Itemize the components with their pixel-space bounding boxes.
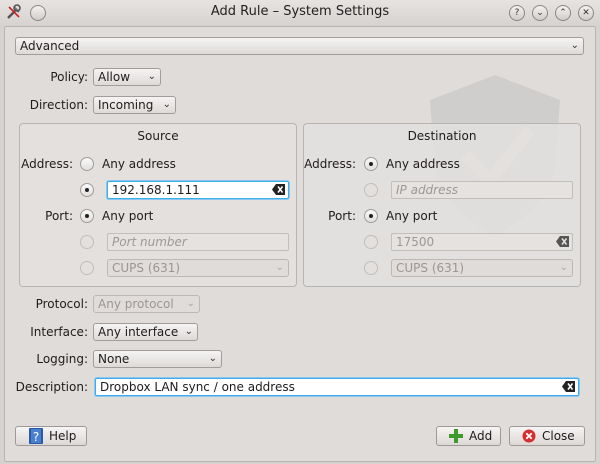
description-label: Description: bbox=[15, 380, 88, 394]
add-label: Add bbox=[469, 429, 493, 443]
close-label: Close bbox=[542, 429, 575, 443]
interface-combo[interactable]: Any interface ⌄ bbox=[93, 323, 198, 341]
destination-application-combo[interactable]: CUPS (631) ⌄ bbox=[391, 259, 573, 277]
source-application-radio[interactable] bbox=[80, 261, 94, 275]
destination-port-label: Port: bbox=[328, 209, 356, 223]
destination-address-label: Address: bbox=[304, 157, 356, 171]
destination-any-port-label[interactable]: Any port bbox=[386, 208, 437, 224]
policy-value: Allow bbox=[98, 70, 131, 84]
destination-any-port-radio[interactable] bbox=[364, 209, 378, 223]
destination-port-number-radio[interactable] bbox=[364, 235, 378, 249]
source-title: Source bbox=[137, 129, 179, 143]
description-input[interactable]: Dropbox LAN sync / one address bbox=[95, 378, 579, 396]
plus-icon bbox=[449, 429, 463, 443]
chevron-down-icon: ⌄ bbox=[147, 71, 156, 82]
chevron-down-icon: ⌄ bbox=[162, 99, 171, 110]
clear-icon[interactable] bbox=[272, 184, 285, 195]
help-title-button[interactable]: ? bbox=[509, 5, 525, 21]
clear-icon[interactable] bbox=[556, 236, 569, 247]
direction-value: Incoming bbox=[98, 98, 154, 112]
source-address-input[interactable]: 192.168.1.111 bbox=[107, 181, 289, 199]
source-any-port-radio[interactable] bbox=[80, 209, 94, 223]
source-address-label: Address: bbox=[21, 157, 73, 171]
destination-application-radio[interactable] bbox=[364, 261, 378, 275]
close-window-button[interactable]: ✕ bbox=[578, 5, 594, 21]
close-circle-icon bbox=[522, 429, 536, 443]
destination-any-address-label[interactable]: Any address bbox=[386, 156, 460, 172]
source-port-label: Port: bbox=[45, 209, 73, 223]
destination-port-input[interactable]: 17500 bbox=[391, 233, 573, 251]
help-book-icon: ? bbox=[29, 428, 43, 444]
protocol-label: Protocol: bbox=[35, 297, 88, 311]
source-specific-address-radio[interactable] bbox=[80, 183, 94, 197]
destination-any-address-radio[interactable] bbox=[364, 157, 378, 171]
direction-label: Direction: bbox=[29, 98, 88, 112]
help-label: Help bbox=[49, 429, 77, 443]
maximize-button[interactable]: ⌃ bbox=[555, 5, 571, 21]
chevron-down-icon: ⌄ bbox=[559, 262, 568, 273]
chevron-down-icon: ⌄ bbox=[184, 326, 193, 337]
svg-text:?: ? bbox=[33, 430, 39, 444]
source-any-address-radio[interactable] bbox=[80, 157, 94, 171]
chevron-down-icon: ⌄ bbox=[275, 262, 284, 273]
advanced-label: Advanced bbox=[20, 39, 80, 53]
clear-icon[interactable] bbox=[562, 381, 575, 392]
minimize-button[interactable]: ⌄ bbox=[532, 5, 548, 21]
destination-title: Destination bbox=[407, 129, 477, 143]
destination-specific-address-radio[interactable] bbox=[364, 183, 378, 197]
destination-address-input[interactable]: IP address bbox=[391, 181, 573, 199]
policy-label: Policy: bbox=[50, 70, 88, 84]
protocol-combo[interactable]: Any protocol ⌄ bbox=[93, 295, 200, 313]
chevron-down-icon: ⌄ bbox=[570, 40, 579, 51]
advanced-combo[interactable]: Advanced ⌄ bbox=[15, 37, 584, 55]
close-button[interactable]: Close bbox=[509, 426, 585, 446]
direction-combo[interactable]: Incoming ⌄ bbox=[93, 96, 176, 114]
add-button[interactable]: Add bbox=[436, 426, 501, 446]
source-any-port-label[interactable]: Any port bbox=[102, 208, 153, 224]
logging-combo[interactable]: None ⌄ bbox=[93, 350, 222, 368]
source-application-combo[interactable]: CUPS (631) ⌄ bbox=[107, 259, 289, 277]
help-button[interactable]: ? Help bbox=[15, 426, 87, 446]
policy-combo[interactable]: Allow ⌄ bbox=[93, 68, 161, 86]
chevron-down-icon: ⌄ bbox=[186, 298, 195, 309]
source-any-address-label[interactable]: Any address bbox=[102, 156, 176, 172]
source-port-input[interactable]: Port number bbox=[107, 233, 289, 251]
source-port-number-radio[interactable] bbox=[80, 235, 94, 249]
chevron-down-icon: ⌄ bbox=[208, 353, 217, 364]
logging-label: Logging: bbox=[36, 352, 88, 366]
interface-label: Interface: bbox=[30, 325, 88, 339]
